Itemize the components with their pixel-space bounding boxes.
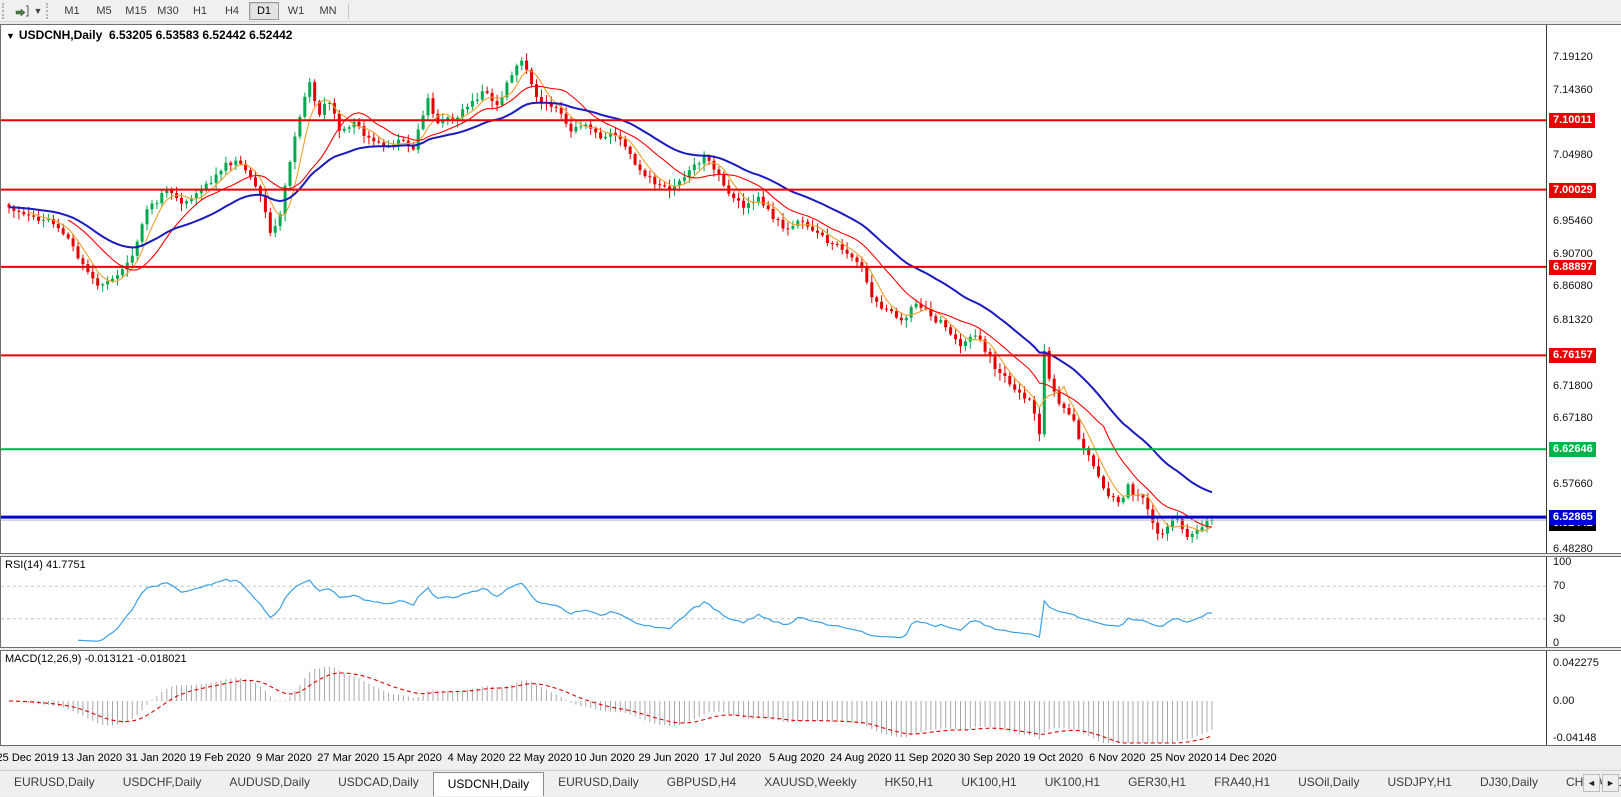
level-price-badge: 6.88897 [1549, 260, 1596, 275]
level-price-badge: 6.76157 [1549, 348, 1596, 363]
chart-scroll-caret-icon[interactable]: ▼ [32, 6, 44, 16]
rsi-tick: 30 [1553, 613, 1565, 625]
top-toolbar: ▼ M1M5M15M30H1H4D1W1MN [0, 0, 1621, 22]
date-label: 6 Nov 2020 [1089, 752, 1145, 764]
chart-tab-hk50-h1[interactable]: HK50,H1 [871, 771, 948, 796]
macd-plot-area[interactable] [1, 651, 1547, 745]
date-label: 9 Mar 2020 [256, 752, 312, 764]
chart-tab-xauusd-weekly[interactable]: XAUUSD,Weekly [750, 771, 870, 796]
date-label: 4 May 2020 [448, 752, 505, 764]
main-price-scale[interactable]: 7.19120 7.14360 7.04980 6.95460 6.90700 6.860… [1548, 25, 1621, 553]
chart-tab-usdcad-daily[interactable]: USDCAD,Daily [324, 771, 433, 796]
date-label: 29 Jun 2020 [638, 752, 699, 764]
level-price-badge: 6.52865 [1549, 510, 1596, 525]
price-tick: 6.48280 [1553, 543, 1593, 553]
date-label: 24 Aug 2020 [830, 752, 892, 764]
date-label: 25 Dec 2019 [0, 752, 59, 764]
price-tick: 6.95460 [1553, 215, 1593, 227]
price-tick: 6.90700 [1553, 248, 1593, 260]
chart-tabbar: EURUSD,DailyUSDCHF,DailyAUDUSD,DailyUSDC… [0, 770, 1621, 796]
chart-scroll-icon[interactable] [12, 2, 32, 20]
date-label: 22 May 2020 [509, 752, 573, 764]
chart-tab-uk100-h1[interactable]: UK100,H1 [947, 771, 1030, 796]
date-label: 15 Apr 2020 [383, 752, 442, 764]
date-label: 25 Nov 2020 [1150, 752, 1212, 764]
date-label: 30 Sep 2020 [958, 752, 1020, 764]
chart-ohlc-label: 6.53205 6.53583 6.52442 6.52442 [109, 28, 293, 42]
macd-tick: -0.04148 [1553, 732, 1596, 744]
price-tick: 6.86080 [1553, 280, 1593, 292]
chart-title-caret-icon[interactable]: ▼ [6, 31, 15, 41]
chart-tab-ger30-h1[interactable]: GER30,H1 [1114, 771, 1200, 796]
price-tick: 6.81320 [1553, 314, 1593, 326]
price-tick: 6.67180 [1553, 412, 1593, 424]
toolbar-separator [348, 3, 349, 19]
chart-tab-uk100-h1[interactable]: UK100,H1 [1031, 771, 1114, 796]
date-label: 31 Jan 2020 [126, 752, 187, 764]
chart-tab-usdcnh-daily[interactable]: USDCNH,Daily [433, 772, 544, 796]
rsi-panel: RSI(14) 41.7751 100 70 30 0 [0, 556, 1621, 648]
chart-title: ▼ USDCNH,Daily 6.53205 6.53583 6.52442 6.… [6, 28, 292, 42]
price-tick: 7.14360 [1553, 84, 1593, 96]
macd-tick: 0.042275 [1553, 657, 1599, 669]
chart-tab-fra40-h1[interactable]: FRA40,H1 [1200, 771, 1284, 796]
level-price-badge: 6.62646 [1549, 442, 1596, 457]
timeframe-button-m5[interactable]: M5 [89, 2, 119, 20]
date-label: 11 Sep 2020 [894, 752, 956, 764]
chart-symbol-label: USDCNH,Daily [19, 28, 102, 42]
tab-scroll-left-icon[interactable]: ◄ [1583, 774, 1600, 792]
chart-tab-gbpusd-h4[interactable]: GBPUSD,H4 [653, 771, 750, 796]
macd-panel: MACD(12,26,9) -0.013121 -0.018021 0.0422… [0, 650, 1621, 746]
price-tick: 6.57660 [1553, 478, 1593, 490]
main-plot-area[interactable] [1, 25, 1547, 553]
date-label: 17 Jul 2020 [704, 752, 761, 764]
date-label: 10 Jun 2020 [574, 752, 635, 764]
date-label: 19 Feb 2020 [189, 752, 251, 764]
toolbar-grip2[interactable] [46, 3, 53, 19]
rsi-label: RSI(14) 41.7751 [5, 559, 86, 571]
time-axis[interactable]: 25 Dec 201913 Jan 202031 Jan 202019 Feb … [0, 748, 1621, 768]
macd-tick: 0.00 [1553, 695, 1574, 707]
date-label: 13 Jan 2020 [62, 752, 123, 764]
rsi-scale[interactable]: 100 70 30 0 [1548, 557, 1621, 647]
main-chart-panel: ▼ USDCNH,Daily 6.53205 6.53583 6.52442 6.… [0, 24, 1621, 554]
chart-tab-dj30-daily[interactable]: DJ30,Daily [1466, 771, 1552, 796]
timeframe-button-m15[interactable]: M15 [121, 2, 151, 20]
timeframe-button-d1[interactable]: D1 [249, 2, 279, 20]
price-tick: 6.71800 [1553, 380, 1593, 392]
price-tick: 7.04980 [1553, 149, 1593, 161]
timeframe-button-h4[interactable]: H4 [217, 2, 247, 20]
date-label: 14 Dec 2020 [1214, 752, 1276, 764]
timeframe-button-w1[interactable]: W1 [281, 2, 311, 20]
chart-tab-eurusd-daily[interactable]: EURUSD,Daily [0, 771, 109, 796]
rsi-tick: 100 [1553, 557, 1571, 568]
date-label: 27 Mar 2020 [317, 752, 379, 764]
toolbar-grip[interactable] [2, 3, 9, 19]
macd-scale[interactable]: 0.042275 0.00 -0.04148 [1548, 651, 1621, 745]
chart-tab-usdjpy-h1[interactable]: USDJPY,H1 [1373, 771, 1465, 796]
date-label: 5 Aug 2020 [769, 752, 825, 764]
timeframe-button-mn[interactable]: MN [313, 2, 343, 20]
chart-tab-eurusd-daily[interactable]: EURUSD,Daily [544, 771, 653, 796]
tab-scroll-right-icon[interactable]: ► [1602, 774, 1619, 792]
chart-tab-usdchf-daily[interactable]: USDCHF,Daily [109, 771, 216, 796]
level-price-badge: 7.00029 [1549, 183, 1596, 198]
timeframe-button-m1[interactable]: M1 [57, 2, 87, 20]
chart-tab-audusd-daily[interactable]: AUDUSD,Daily [215, 771, 324, 796]
rsi-tick: 70 [1553, 580, 1565, 592]
timeframe-button-h1[interactable]: H1 [185, 2, 215, 20]
level-price-badge: 7.10011 [1549, 113, 1595, 128]
rsi-tick: 0 [1553, 637, 1559, 647]
chart-tab-usoil-daily[interactable]: USOil,Daily [1284, 771, 1373, 796]
date-label: 19 Oct 2020 [1023, 752, 1083, 764]
timeframe-button-m30[interactable]: M30 [153, 2, 183, 20]
macd-label: MACD(12,26,9) -0.013121 -0.018021 [5, 653, 187, 665]
price-tick: 7.19120 [1553, 51, 1593, 63]
rsi-plot-area[interactable] [1, 557, 1547, 647]
